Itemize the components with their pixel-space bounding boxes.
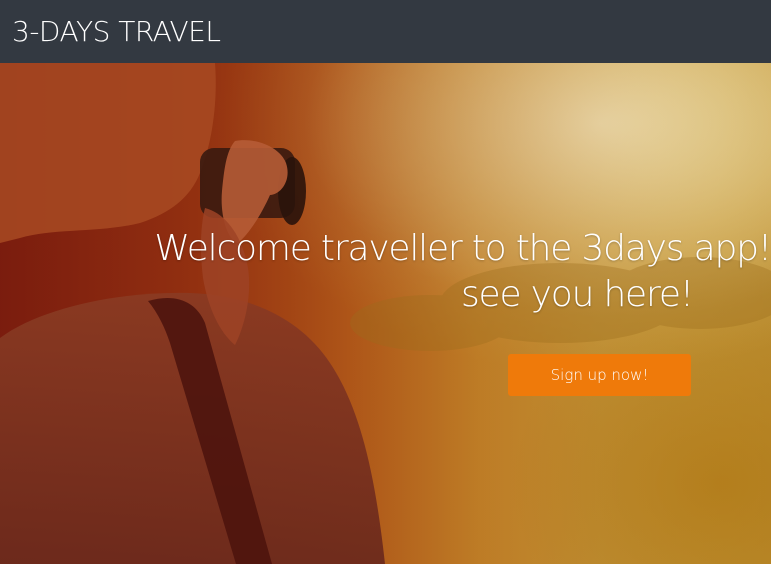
sign-up-button[interactable]: Sign up now! [508, 354, 691, 396]
hero-section: Welcome traveller to the 3days app! see … [0, 63, 771, 564]
brand-logo-link[interactable]: 3-DAYS TRAVEL [12, 15, 221, 48]
top-navbar: 3-DAYS TRAVEL [0, 0, 771, 63]
headline-line-2: see you here! [460, 274, 694, 315]
headline-line-1: Welcome traveller to the 3days app! [154, 228, 771, 269]
hero-headline: Welcome traveller to the 3days app! see … [60, 226, 771, 318]
page-bottom-edge [0, 564, 771, 578]
